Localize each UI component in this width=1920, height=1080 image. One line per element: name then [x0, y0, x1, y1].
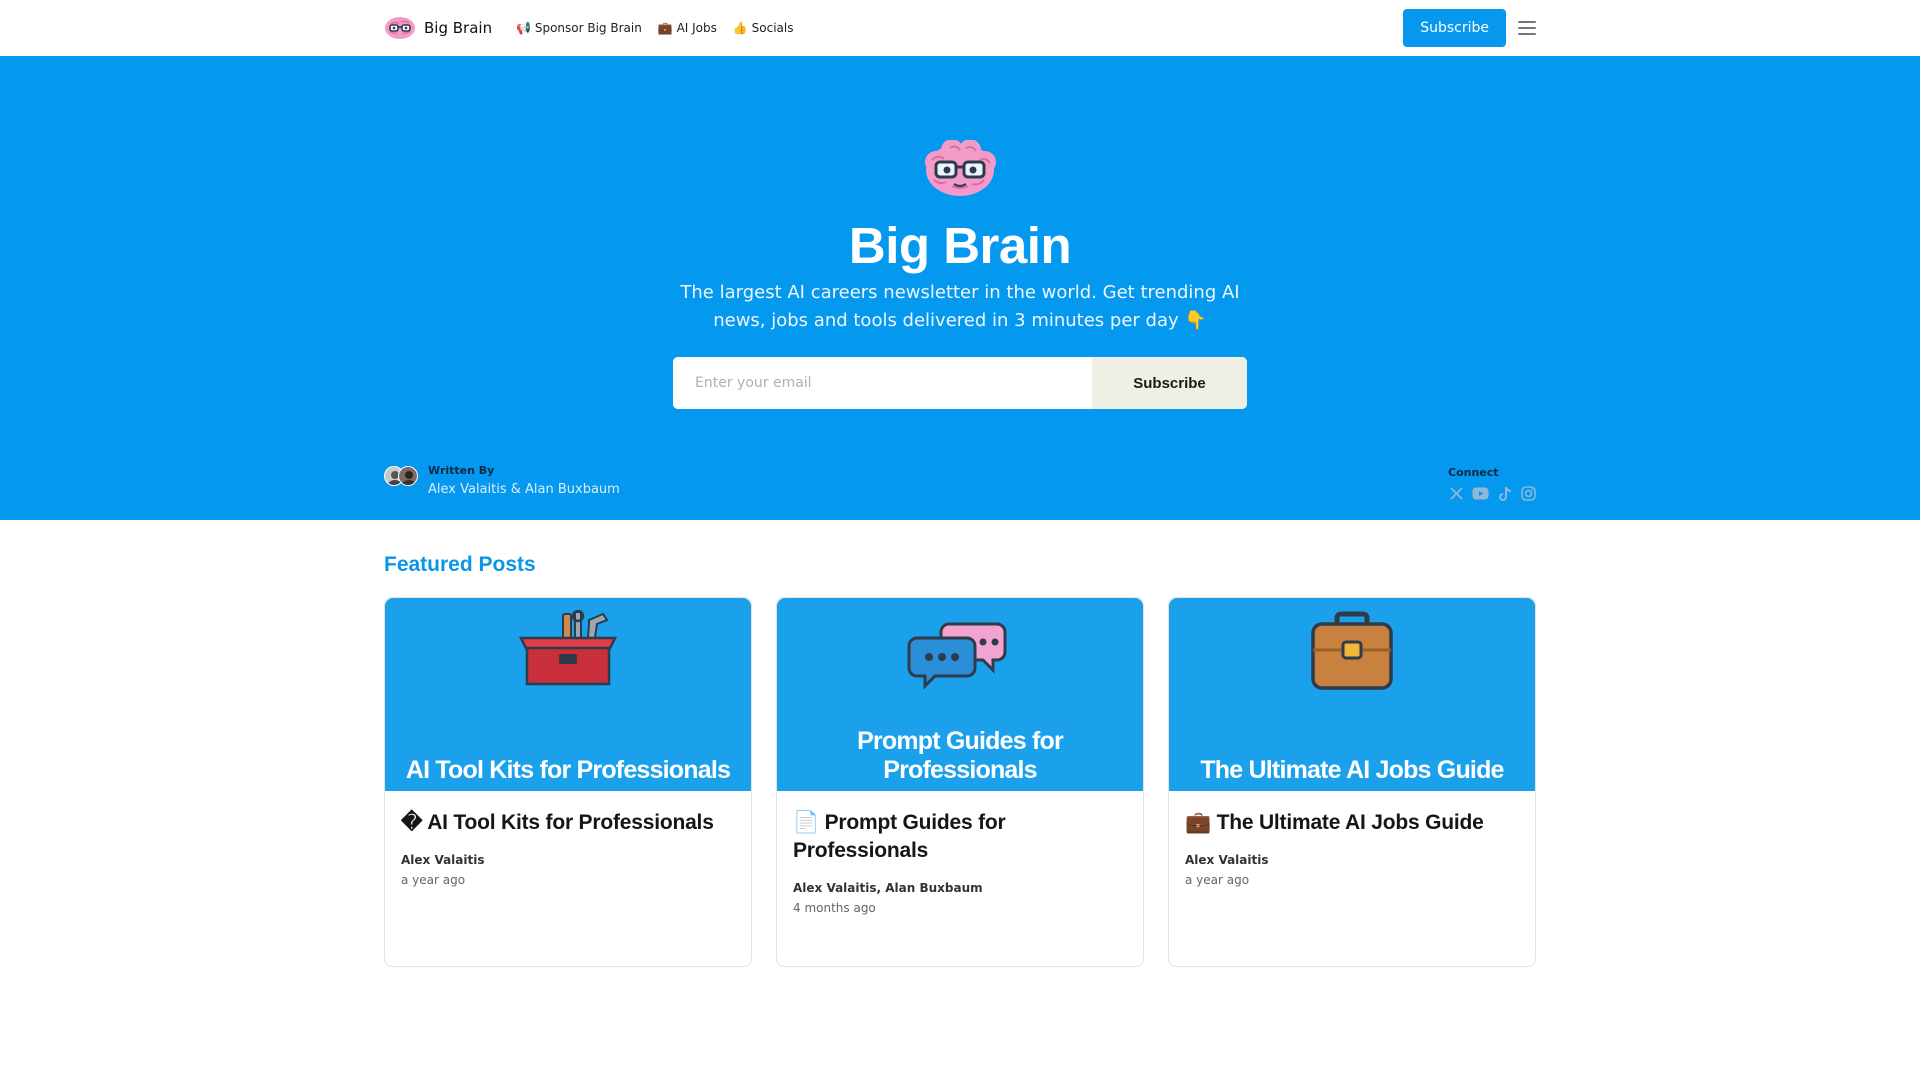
connect-block: Connect: [1448, 466, 1544, 502]
post-card[interactable]: The Ultimate AI Jobs Guide 💼 The Ultimat…: [1168, 597, 1536, 967]
featured-posts-heading: Featured Posts: [384, 553, 536, 576]
card-art: [385, 610, 751, 720]
person-icon: [402, 471, 416, 485]
x-icon[interactable]: [1448, 485, 1465, 502]
menu-line: [1518, 33, 1536, 35]
post-thumbnail: The Ultimate AI Jobs Guide: [1169, 598, 1535, 791]
hero-subscribe-button[interactable]: Subscribe: [1092, 357, 1247, 409]
nav-link-socials[interactable]: 👍 Socials: [733, 21, 794, 35]
post-author: Alex Valaitis, Alan Buxbaum: [793, 881, 983, 895]
card-art: [777, 610, 1143, 720]
chat-bubbles-icon: [907, 622, 1007, 690]
author-names: Alex Valaitis & Alan Buxbaum: [428, 482, 620, 497]
hero-title: Big Brain: [848, 217, 1072, 274]
post-title[interactable]: 💼 The Ultimate AI Jobs Guide: [1185, 809, 1519, 837]
nav-container: Big Brain 📢 Sponsor Big Brain 💼 AI Jobs …: [384, 0, 1536, 56]
nav-links: 📢 Sponsor Big Brain 💼 AI Jobs 👍 Socials: [516, 21, 809, 35]
tiktok-icon[interactable]: [1496, 485, 1513, 502]
card-art: [1169, 610, 1535, 720]
newsletter-signup-form: Subscribe: [673, 357, 1247, 409]
written-by-label: Written By: [428, 464, 495, 477]
youtube-icon[interactable]: [1472, 485, 1489, 502]
brand-link[interactable]: Big Brain: [384, 16, 492, 40]
author-text: Written By Alex Valaitis & Alan Buxbaum: [428, 464, 620, 497]
avatar: [398, 466, 418, 486]
nav-subscribe-button[interactable]: Subscribe: [1403, 9, 1506, 47]
instagram-icon[interactable]: [1520, 485, 1537, 502]
nav-link-sponsor[interactable]: 📢 Sponsor Big Brain: [516, 21, 642, 35]
post-card[interactable]: Prompt Guides for Professionals 📄 Prompt…: [776, 597, 1144, 967]
post-thumbnail: Prompt Guides for Professionals: [777, 598, 1143, 791]
brain-mascot-icon: [925, 140, 996, 196]
menu-line: [1518, 21, 1536, 23]
briefcase-icon: [1311, 611, 1393, 690]
nav-link-ai-jobs[interactable]: 💼 AI Jobs: [658, 21, 717, 35]
hamburger-menu-icon[interactable]: [1518, 21, 1536, 35]
post-card-body: 📄 Prompt Guides for Professionals Alex V…: [777, 791, 1143, 915]
post-card-body: � AI Tool Kits for Professionals Alex Va…: [385, 791, 751, 887]
post-title[interactable]: 📄 Prompt Guides for Professionals: [793, 809, 1127, 865]
thumbnail-title: Prompt Guides for Professionals: [857, 727, 1064, 784]
brain-logo-icon: [385, 17, 415, 39]
toolbox-icon: [518, 610, 618, 686]
post-date: a year ago: [1185, 873, 1250, 887]
thumbnail-title: AI Tool Kits for Professionals: [405, 756, 731, 784]
connect-label: Connect: [1448, 466, 1499, 479]
post-date: a year ago: [401, 873, 466, 887]
post-card-body: 💼 The Ultimate AI Jobs Guide Alex Valait…: [1169, 791, 1535, 887]
post-title[interactable]: � AI Tool Kits for Professionals: [401, 809, 735, 837]
hero-description: The largest AI careers newsletter in the…: [680, 282, 1240, 331]
menu-line: [1518, 27, 1536, 29]
post-date: 4 months ago: [793, 901, 876, 915]
email-input[interactable]: [673, 357, 1092, 409]
hero-section: Big Brain The largest AI careers newslet…: [0, 56, 1920, 520]
authors-block: Written By Alex Valaitis & Alan Buxbaum: [384, 464, 620, 497]
post-author: Alex Valaitis: [1185, 853, 1269, 867]
thumbnail-title: The Ultimate AI Jobs Guide: [1200, 756, 1504, 784]
top-navigation: Big Brain 📢 Sponsor Big Brain 💼 AI Jobs …: [0, 0, 1920, 56]
post-author: Alex Valaitis: [401, 853, 485, 867]
post-thumbnail: AI Tool Kits for Professionals: [385, 598, 751, 791]
author-avatars: [384, 466, 420, 488]
social-links: [1448, 485, 1544, 502]
post-card[interactable]: AI Tool Kits for Professionals � AI Tool…: [384, 597, 752, 967]
brand-name: Big Brain: [424, 19, 493, 37]
